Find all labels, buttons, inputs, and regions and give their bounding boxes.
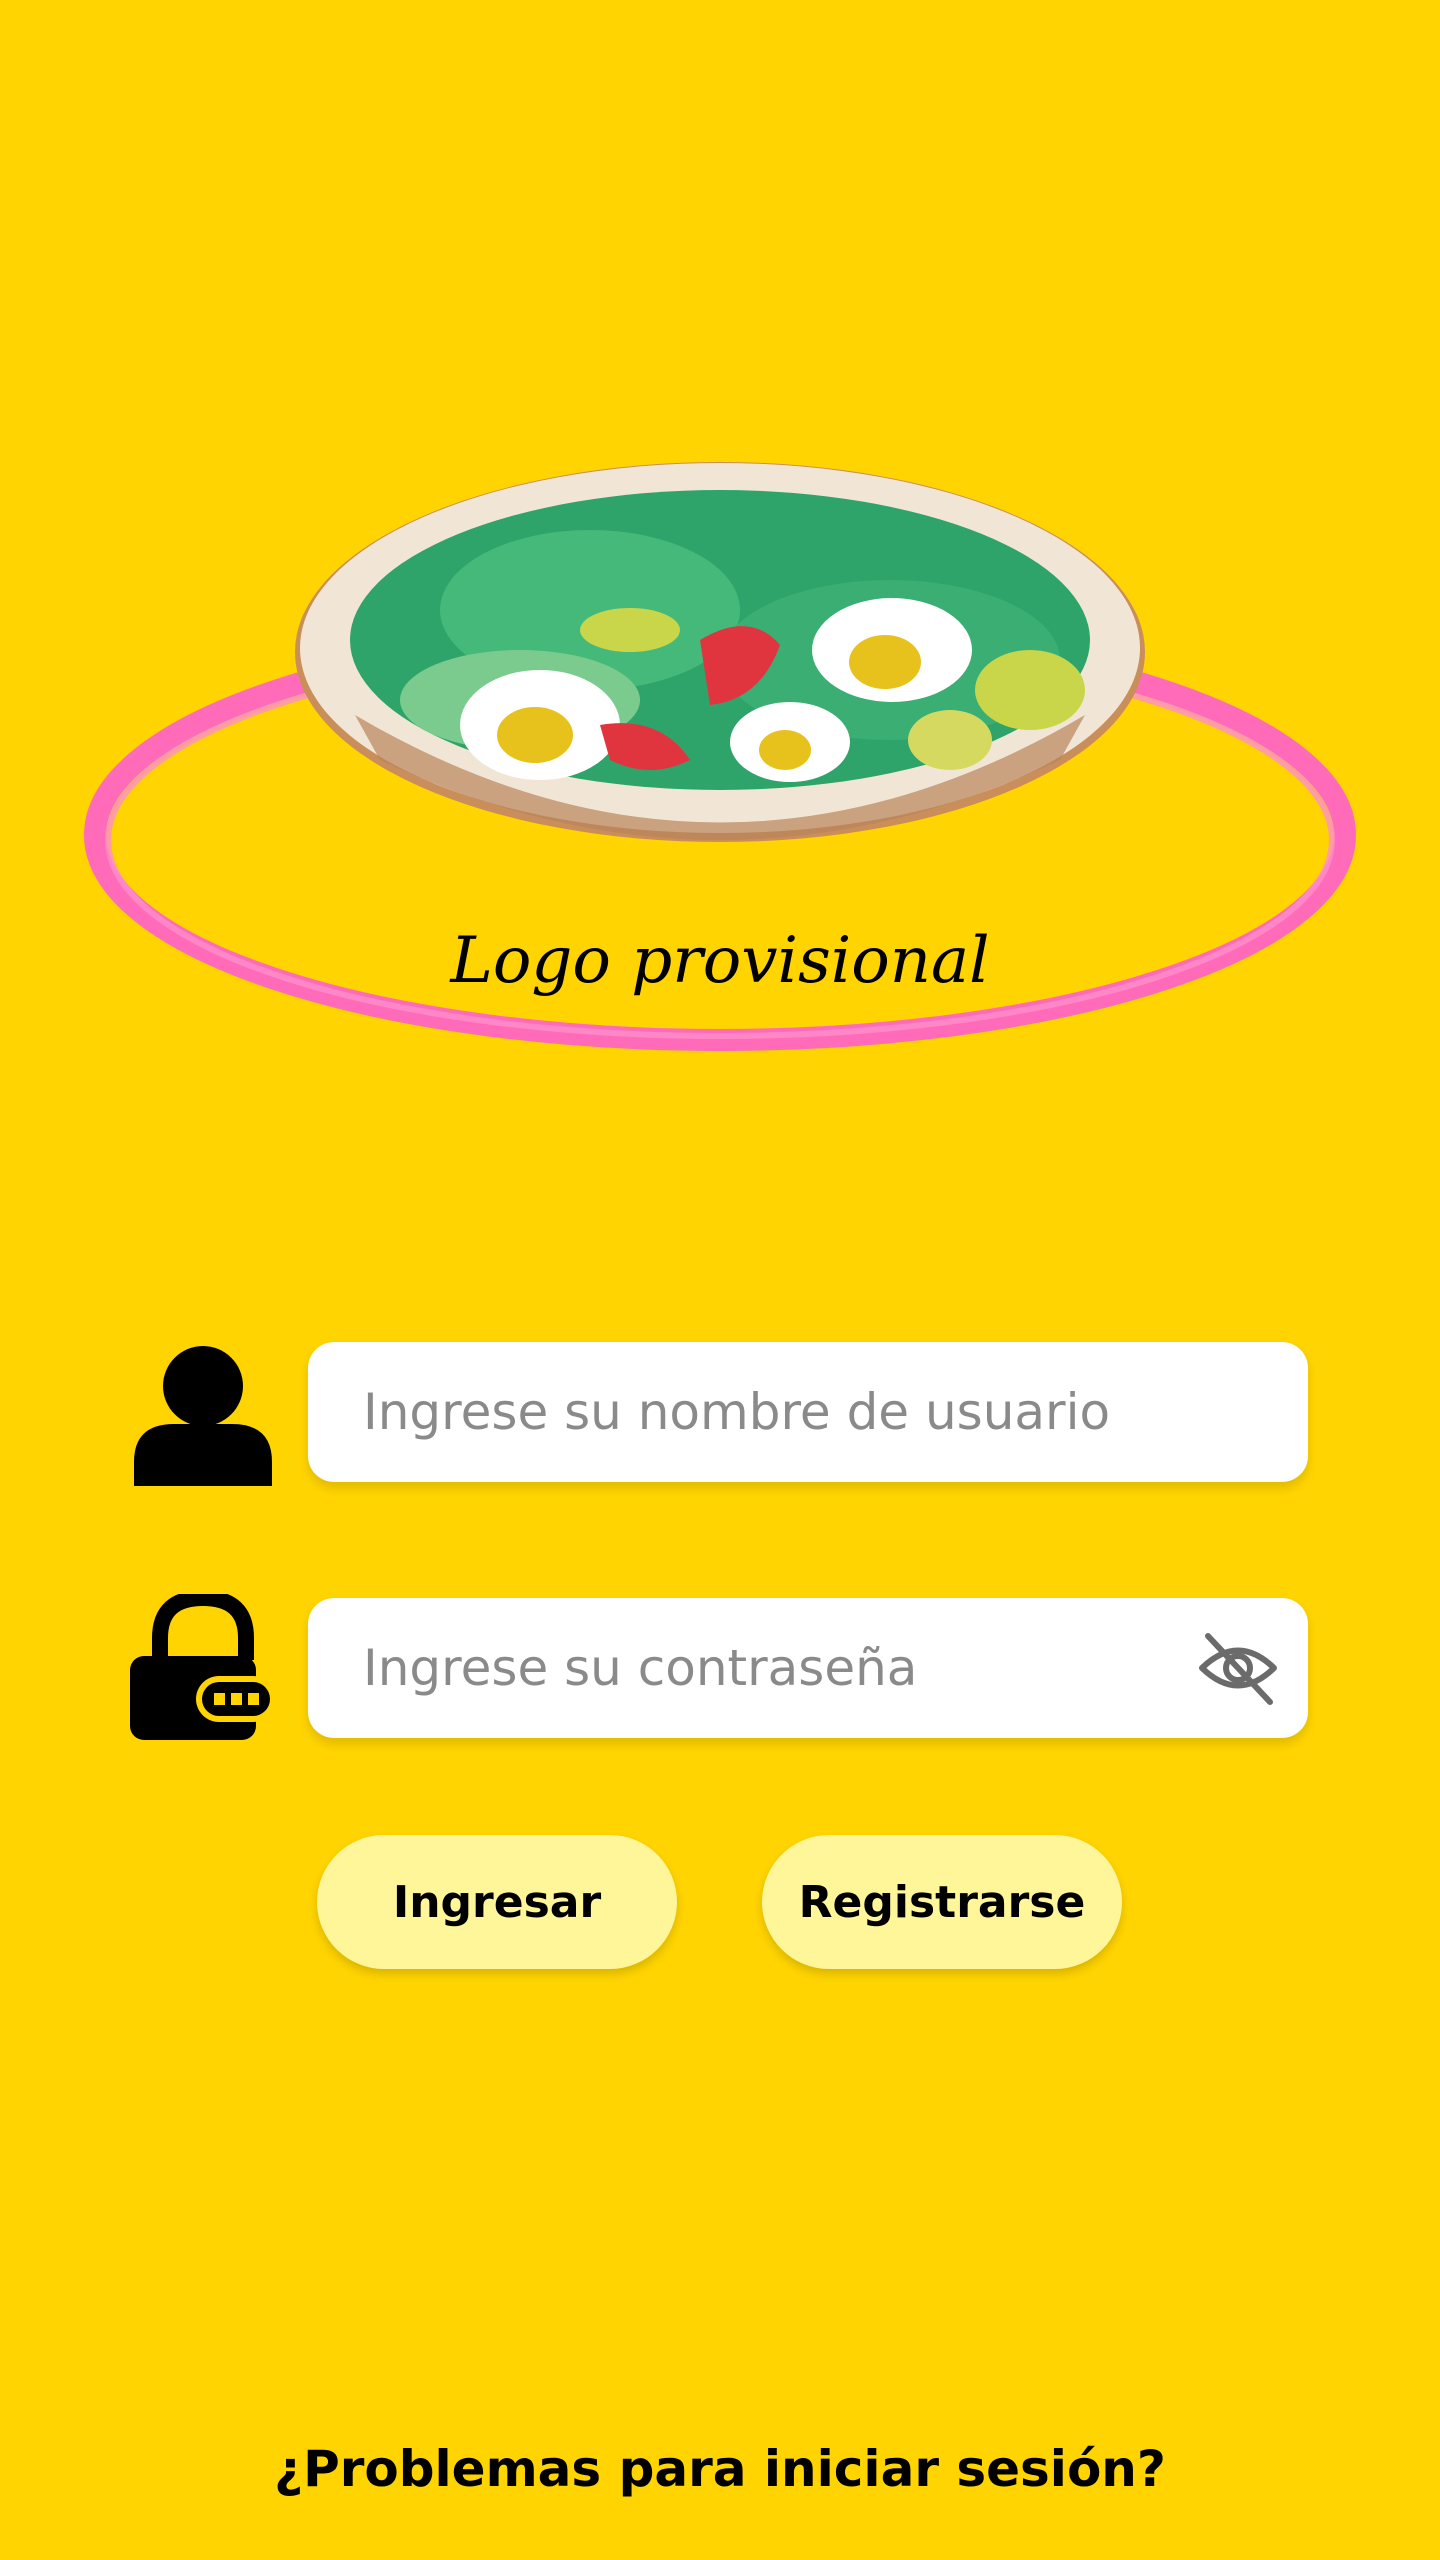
username-input[interactable]	[363, 1342, 1223, 1482]
username-field[interactable]	[308, 1342, 1308, 1482]
register-button[interactable]: Registrarse	[762, 1835, 1122, 1969]
logo-text: Logo provisional	[449, 924, 989, 998]
login-help-link[interactable]: ¿Problemas para iniciar sesión?	[0, 2440, 1440, 2498]
eye-off-icon[interactable]	[1198, 1628, 1278, 1708]
salad-bowl-logo: Logo provisional	[84, 462, 1356, 1051]
app-logo: Logo provisional	[70, 460, 1370, 1080]
lock-icon	[130, 1594, 276, 1740]
login-button[interactable]: Ingresar	[317, 1835, 677, 1969]
password-field[interactable]	[308, 1598, 1308, 1738]
password-input[interactable]	[363, 1598, 1223, 1738]
user-icon	[130, 1340, 276, 1486]
